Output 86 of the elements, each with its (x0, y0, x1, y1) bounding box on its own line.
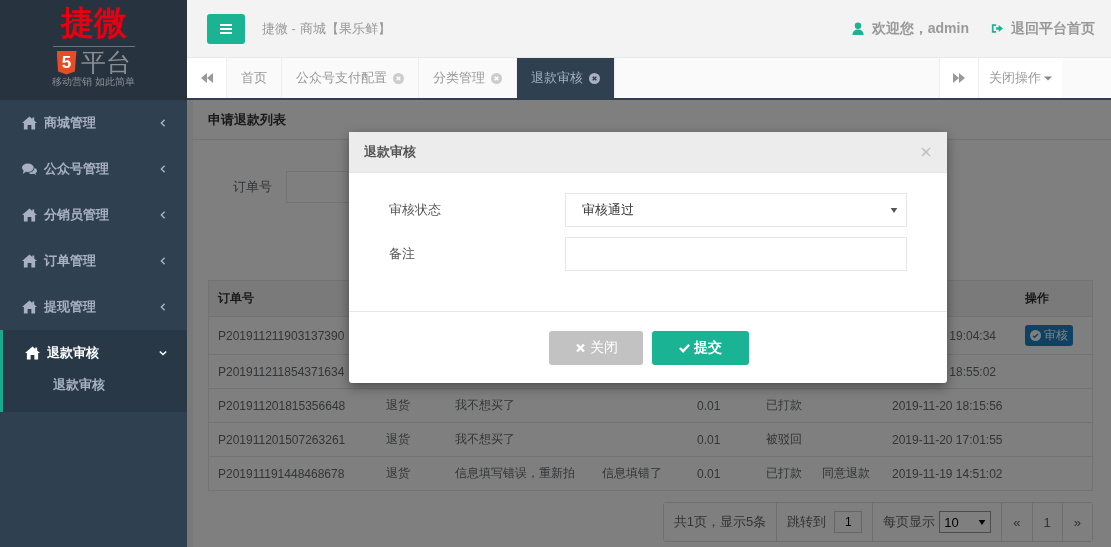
chevron-left-icon (159, 165, 167, 173)
tab[interactable]: 公众号支付配置 (282, 58, 419, 98)
table-cell: 我不想买了 (455, 432, 515, 446)
logo-slogan: 移动营销 如此简单 (52, 75, 135, 89)
column-header: 订单号 (216, 290, 255, 307)
page-number-field[interactable]: 1 (834, 511, 863, 533)
home-icon (22, 300, 37, 314)
chevron-left-icon (159, 119, 167, 127)
home-icon (22, 208, 37, 222)
table-cell: 0.01 (697, 432, 721, 447)
remark-field[interactable] (565, 237, 907, 271)
close-button[interactable] (921, 147, 931, 157)
table-cell: 0.01 (697, 398, 721, 413)
table-cell: 被驳回 (766, 432, 802, 446)
modal-title: 退款审核 (364, 143, 416, 161)
table-cell: 2019-11-20 18:15:56 (892, 398, 1003, 413)
table-cell: P201911211903137390 (218, 328, 345, 343)
table-cell: 信息填写错误，重新拍 (455, 466, 575, 480)
close-circle-icon (491, 72, 502, 84)
table-cell: 2019-11-20 17:01:55 (892, 432, 1003, 447)
filter-label: 订单号 (233, 178, 272, 196)
close-actions-dropdown[interactable]: 关闭操作 (979, 58, 1062, 98)
table-cell: P201911201815356648 (218, 398, 346, 413)
page-size-label: 每页显示 (883, 513, 936, 531)
dropdown-arrow-icon (978, 519, 987, 525)
table-cell: 19:04:34 (949, 328, 996, 343)
check-circle-icon (1030, 330, 1041, 341)
user-icon (851, 22, 864, 35)
page-size-select[interactable]: 10 (939, 511, 992, 533)
home-icon (22, 116, 37, 130)
table-cell: 已打款 (766, 466, 802, 480)
sign-out-icon (991, 22, 1003, 35)
dropdown-arrow-icon (890, 207, 898, 213)
close-circle-icon (589, 72, 600, 84)
home-icon (22, 254, 37, 268)
table-cell: 2019-11-19 14:51:02 (892, 466, 1003, 481)
chat-bubbles-icon (22, 162, 37, 176)
double-right-arrow-icon (953, 73, 965, 83)
close-icon (921, 147, 931, 157)
menu-icon (220, 23, 232, 34)
html5-shield-icon: 5 (56, 50, 77, 75)
table-cell: P201911191448468678 (218, 466, 345, 481)
close-circle-icon (393, 72, 404, 84)
submit-button[interactable]: 提交 (652, 331, 749, 365)
table-cell: 退货 (386, 398, 410, 412)
sidebar-item[interactable]: 公众号管理 (0, 146, 187, 192)
double-left-arrow-icon (200, 73, 213, 83)
field-label: 审核状态 (389, 201, 442, 219)
home-icon (25, 346, 40, 360)
sidebar-item[interactable]: 提现管理 (0, 284, 187, 330)
table-cell: 0.01 (697, 466, 721, 481)
table-cell: 已打款 (766, 398, 802, 412)
table-cell: 我不想买了 (455, 398, 515, 412)
caret-down-icon (1044, 75, 1052, 81)
scroll-left-button[interactable] (187, 58, 227, 98)
menu-button[interactable] (207, 13, 245, 44)
table-cell: 18:55:02 (949, 364, 996, 379)
table-cell: 退货 (386, 432, 410, 446)
status-select[interactable]: 审核通过 (565, 193, 907, 227)
page-summary: 共1页，显示5条 (663, 503, 778, 541)
page-title: 捷微 - 商城【果乐鲜】 (262, 19, 391, 38)
table-cell: 信息填错了 (602, 466, 662, 480)
chevron-down-icon (159, 349, 167, 357)
chevron-left-icon (159, 211, 167, 219)
sidebar-item[interactable]: 分销员管理 (0, 192, 187, 238)
chevron-left-icon (159, 303, 167, 311)
tab[interactable]: 首页 (227, 58, 282, 98)
scroll-right-button[interactable] (939, 58, 979, 98)
jump-label: 跳转到 (787, 513, 827, 531)
table-cell: 退货 (386, 466, 410, 480)
table-cell: P201911201507263261 (218, 432, 346, 447)
column-header: 操作 (1024, 290, 1050, 307)
welcome-text: 欢迎您，admin (871, 19, 969, 38)
table-cell: P201911211854371634 (218, 364, 345, 379)
review-button[interactable]: 审核 (1025, 325, 1073, 346)
logo-title: 捷微 (52, 4, 135, 47)
chevron-left-icon (159, 257, 167, 265)
tab[interactable]: 退款审核 (517, 58, 615, 98)
check-icon (679, 343, 690, 353)
cross-icon (574, 343, 586, 353)
home-link[interactable]: 退回平台首页 (991, 19, 1095, 38)
field-label: 备注 (389, 245, 416, 263)
sidebar-item[interactable]: 订单管理 (0, 238, 187, 284)
table-cell: 同意退款 (822, 466, 870, 480)
logo-subtitle: 平台 (80, 50, 131, 75)
sidebar-item[interactable]: 商城管理 (0, 100, 187, 146)
